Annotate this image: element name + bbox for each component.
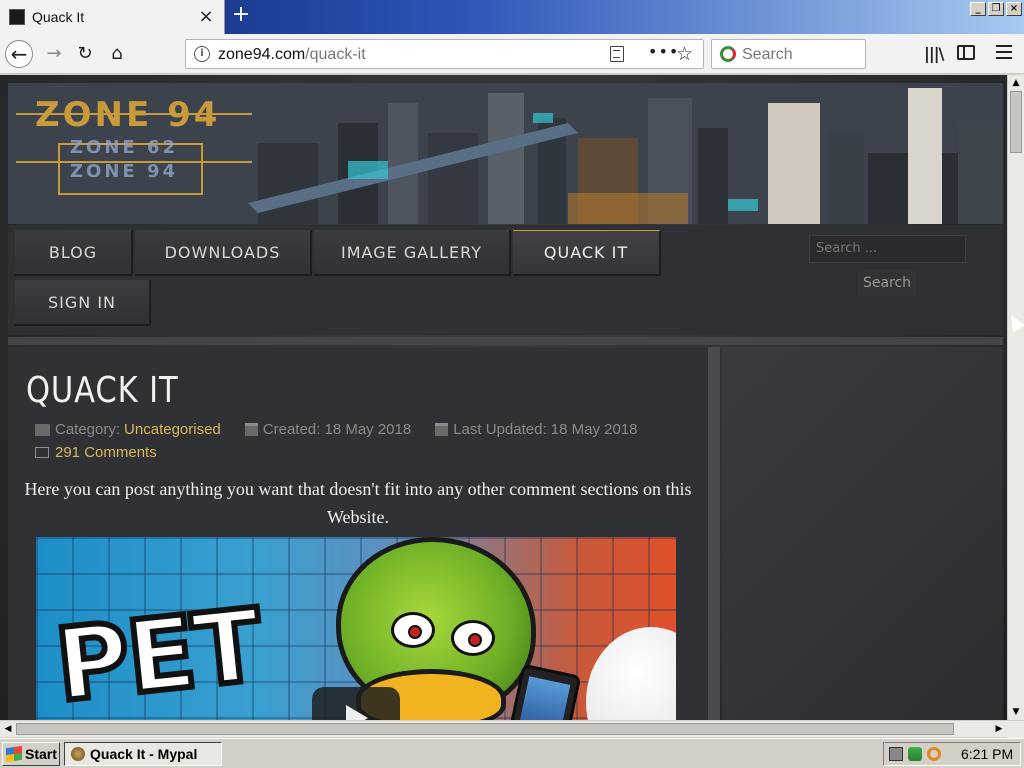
thumbnail-title: PET	[47, 584, 268, 720]
maximize-button[interactable]: ❐	[988, 2, 1004, 16]
nav-item-downloads[interactable]: DOWNLOADS	[135, 230, 312, 276]
browser-toolbar: ← → ↻ ⌂ i zone94.com/quack-it ••• ☆ Sear…	[0, 34, 1024, 74]
start-button[interactable]: Start	[2, 742, 60, 766]
sidebar-column	[722, 347, 1003, 720]
reload-button[interactable]: ↻	[71, 40, 99, 68]
section-divider	[8, 337, 1003, 345]
close-tab-icon[interactable]: ×	[198, 8, 214, 26]
article-intro: Here you can post anything you want that…	[24, 479, 692, 527]
nav-item-quack-it[interactable]: QUACK IT	[513, 230, 661, 276]
site-info-icon[interactable]: i	[194, 46, 210, 62]
system-tray: 6:21 PM	[883, 742, 1021, 766]
article-container: QUACK IT Category: Uncategorised Created…	[8, 347, 708, 720]
vertical-scrollbar[interactable]: ▲ ▼	[1007, 75, 1024, 720]
url-path: /quack-it	[305, 46, 366, 63]
logo-subtitle-2: ZONE 94	[70, 161, 179, 182]
calendar-icon	[435, 423, 449, 436]
window-controls: _ ❐ ×	[970, 2, 1022, 16]
calendar-icon	[244, 423, 258, 436]
taskbar-window-mypal[interactable]: Quack It - Mypal	[64, 742, 222, 766]
duck-eye	[451, 620, 495, 656]
hamburger-menu-icon[interactable]	[996, 45, 1012, 59]
minimize-button[interactable]: _	[970, 2, 986, 16]
scrollbar-corner	[1007, 721, 1024, 738]
horizontal-scroll-thumb[interactable]	[16, 723, 954, 735]
library-icon[interactable]: |||\	[924, 44, 944, 63]
sidebar-toggle-icon[interactable]	[957, 45, 975, 60]
site-search-input[interactable]: Search ...	[809, 235, 966, 263]
system-clock[interactable]: 6:21 PM	[961, 746, 1013, 762]
search-engine-icon	[720, 46, 736, 62]
duck-eye	[391, 612, 435, 648]
browser-tab-bar: Quack It × + _ ❐ ×	[0, 0, 1024, 34]
mypal-app-icon	[71, 747, 85, 761]
play-icon	[346, 705, 368, 720]
article-title: QUACK IT	[26, 370, 179, 411]
search-tray-icon[interactable]	[927, 747, 941, 761]
keyboard-icon[interactable]	[889, 747, 903, 761]
nav-item-sign-in[interactable]: SIGN IN	[15, 280, 151, 326]
home-button[interactable]: ⌂	[103, 40, 131, 68]
scroll-left-arrow-icon[interactable]: ◀	[0, 721, 16, 737]
task-label: Quack It - Mypal	[90, 746, 198, 762]
url-text[interactable]: zone94.com/quack-it	[218, 46, 366, 64]
url-domain: zone94.com	[218, 46, 306, 63]
nav-item-image-gallery[interactable]: IMAGE GALLERY	[314, 230, 511, 276]
site-header-banner[interactable]: ZONE 94 ZONE 62 ZONE 94	[8, 83, 1003, 224]
article-meta: Category: Uncategorised Created: 18 May …	[35, 421, 662, 438]
browser-tab[interactable]: Quack It ×	[0, 0, 225, 34]
horizontal-scrollbar[interactable]: ◀ ▶	[0, 720, 1024, 738]
browser-search-input[interactable]: Search	[711, 39, 866, 69]
category-link[interactable]: Uncategorised	[124, 421, 221, 438]
nav-item-blog[interactable]: BLOG	[15, 230, 133, 276]
windows-logo-icon	[6, 745, 22, 763]
main-navigation: BLOG DOWNLOADS IMAGE GALLERY QUACK IT SI…	[8, 225, 1003, 335]
tab-title: Quack It	[32, 9, 85, 25]
logo-subtitle-1: ZONE 62	[70, 137, 179, 158]
meta-comments: 291 Comments	[35, 444, 157, 461]
reader-view-icon[interactable]	[610, 46, 624, 62]
close-window-button[interactable]: ×	[1006, 2, 1022, 16]
forward-button[interactable]: →	[40, 40, 68, 68]
video-thumbnail[interactable]: PET	[36, 537, 676, 720]
site-favicon-icon	[9, 9, 25, 25]
new-tab-button[interactable]: +	[229, 4, 253, 28]
folder-icon	[35, 423, 50, 436]
comment-icon	[35, 447, 49, 458]
duck-pupil	[468, 633, 482, 647]
updated-date: Last Updated: 18 May 2018	[453, 421, 638, 438]
start-label: Start	[25, 746, 57, 762]
comments-link[interactable]: 291 Comments	[55, 444, 157, 461]
meta-created: Created: 18 May 2018	[244, 421, 412, 438]
video-play-button[interactable]	[312, 687, 400, 720]
duck-pupil	[408, 625, 422, 639]
scroll-up-arrow-icon[interactable]: ▲	[1008, 75, 1024, 91]
phone-screen	[518, 676, 571, 720]
site-search-button[interactable]: Search	[856, 268, 918, 298]
scroll-down-arrow-icon[interactable]: ▼	[1008, 704, 1024, 720]
page-viewport: ZONE 94 ZONE 62 ZONE 94 BLOG DOWNLOADS I…	[0, 75, 1007, 720]
category-label: Category:	[55, 421, 121, 438]
meta-updated: Last Updated: 18 May 2018	[435, 421, 638, 438]
site-logo[interactable]: ZONE 94	[35, 95, 220, 135]
created-date: Created: 18 May 2018	[262, 421, 412, 438]
bookmark-star-icon[interactable]: ☆	[676, 43, 693, 65]
windows-taskbar: Start Quack It - Mypal 6:21 PM	[0, 738, 1024, 768]
vertical-scroll-thumb[interactable]	[1010, 91, 1022, 153]
address-bar[interactable]: i zone94.com/quack-it ••• ☆	[185, 39, 704, 69]
page-actions-icon[interactable]: •••	[648, 42, 679, 61]
meta-category: Category: Uncategorised	[35, 421, 221, 438]
back-button[interactable]: ←	[5, 40, 33, 68]
search-placeholder: Search	[742, 46, 793, 63]
network-icon[interactable]	[908, 747, 922, 761]
scroll-right-arrow-icon[interactable]: ▶	[991, 721, 1007, 737]
column-gutter	[708, 347, 720, 720]
